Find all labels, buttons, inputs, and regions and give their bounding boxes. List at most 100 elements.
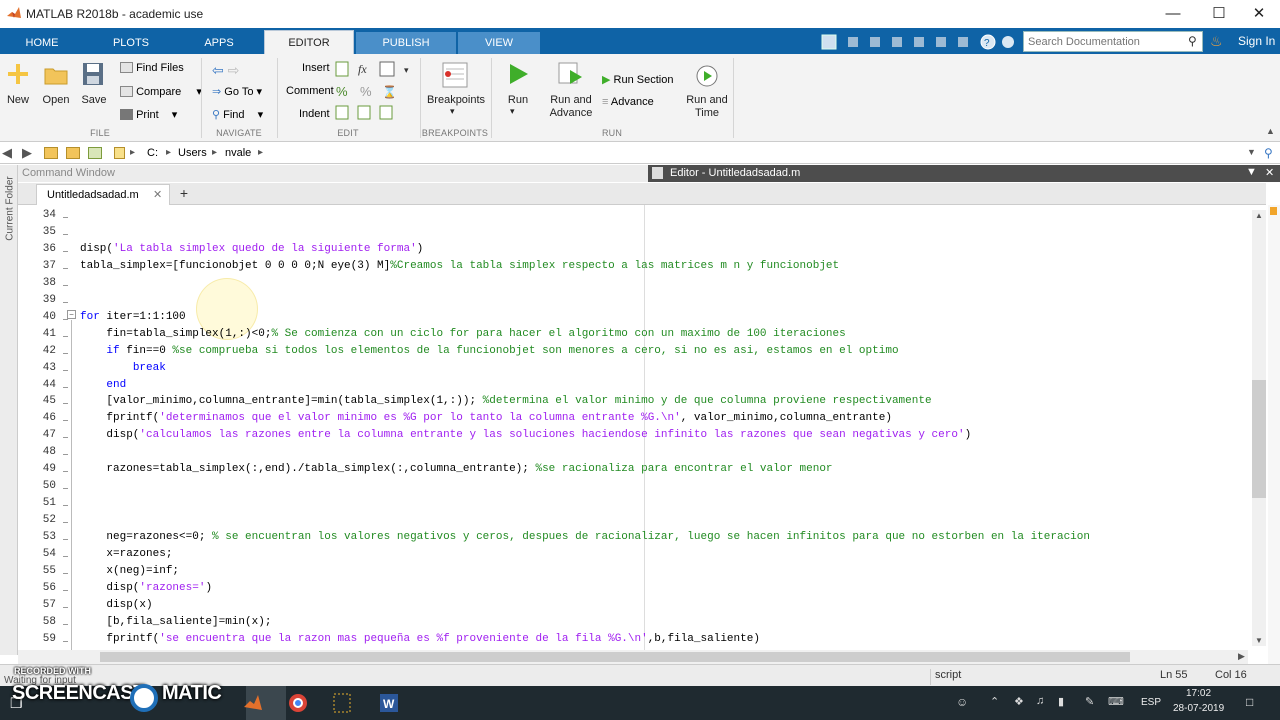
run-dropdown-icon[interactable]: ▾ bbox=[510, 106, 515, 117]
breakpoint-marker[interactable] bbox=[63, 454, 68, 456]
breakpoint-marker[interactable] bbox=[63, 640, 68, 642]
breakpoint-marker[interactable] bbox=[63, 589, 68, 591]
editor-close-icon[interactable]: ✕ bbox=[1265, 166, 1274, 179]
tab-publish[interactable]: PUBLISH bbox=[356, 32, 456, 54]
indent-button[interactable]: Indent bbox=[299, 108, 330, 120]
code-line[interactable]: disp(x) bbox=[80, 599, 152, 611]
breakpoints-button[interactable]: Breakpoints bbox=[424, 94, 488, 106]
breakpoint-marker[interactable] bbox=[63, 335, 68, 337]
code-line[interactable]: [valor_minimo,columna_entrante]=min(tabl… bbox=[80, 395, 931, 407]
open-button[interactable]: Open bbox=[40, 94, 72, 106]
breadcrumb-users[interactable]: Users bbox=[178, 147, 207, 159]
insert-button[interactable]: Insert bbox=[302, 62, 330, 74]
breakpoint-marker[interactable] bbox=[63, 522, 68, 524]
code-line[interactable]: for iter=1:1:100 bbox=[80, 311, 186, 323]
code-line[interactable]: disp('La tabla simplex quedo de la sigui… bbox=[80, 243, 423, 255]
run-button[interactable]: Run bbox=[500, 94, 536, 106]
keyboard-icon[interactable]: ⌨ bbox=[1108, 695, 1124, 708]
file-tab-close-icon[interactable]: ✕ bbox=[153, 188, 162, 201]
code-line[interactable]: end bbox=[80, 379, 126, 391]
speaker-icon[interactable]: ♫ bbox=[1036, 695, 1044, 707]
bell-icon[interactable]: ♨ bbox=[1210, 33, 1223, 50]
code-line[interactable]: break bbox=[80, 362, 166, 374]
file-tab[interactable]: Untitledadsadad.m ✕ bbox=[36, 184, 170, 205]
back-arrow-icon[interactable]: ⇦ ⇨ bbox=[212, 62, 239, 79]
nav-back-icon[interactable]: ◀ bbox=[2, 145, 12, 161]
nav-forward-icon[interactable]: ▶ bbox=[22, 145, 32, 161]
comment-button[interactable]: Comment bbox=[286, 85, 334, 97]
search-documentation[interactable]: ⚲ bbox=[1023, 31, 1203, 52]
tab-home[interactable]: HOME bbox=[8, 32, 76, 54]
breakpoint-marker[interactable] bbox=[63, 386, 68, 388]
breakpoint-marker[interactable] bbox=[63, 420, 68, 422]
breakpoint-marker[interactable] bbox=[63, 217, 68, 218]
browse-folder-icon[interactable] bbox=[66, 147, 80, 159]
horizontal-scroll-thumb[interactable] bbox=[100, 652, 1130, 662]
breakpoint-marker[interactable] bbox=[63, 488, 68, 490]
tab-plots[interactable]: PLOTS bbox=[90, 32, 172, 54]
code-line[interactable]: tabla_simplex=[funcionobjet 0 0 0 0;N ey… bbox=[80, 260, 839, 272]
language-indicator[interactable]: ESP bbox=[1141, 697, 1161, 708]
code-line[interactable]: fin=tabla_simplex(1,:)<0;% Se comienza c… bbox=[80, 328, 845, 340]
code-line[interactable]: [b,fila_saliente]=min(x); bbox=[80, 616, 271, 628]
new-tab-button[interactable]: + bbox=[174, 186, 194, 202]
breakpoint-marker[interactable] bbox=[63, 623, 68, 625]
search-input[interactable] bbox=[1024, 32, 1184, 51]
run-and-time-button[interactable]: Run and Time bbox=[682, 94, 732, 120]
editor-actions-icon[interactable]: ▼ bbox=[1246, 166, 1257, 178]
vertical-scroll-thumb[interactable] bbox=[1252, 380, 1266, 498]
current-folder-strip[interactable]: Current Folder bbox=[0, 165, 18, 655]
breakpoint-marker[interactable] bbox=[63, 437, 68, 439]
breakpoint-marker[interactable] bbox=[63, 301, 68, 303]
tab-apps[interactable]: APPS bbox=[178, 32, 260, 54]
breakpoint-marker[interactable] bbox=[63, 284, 68, 286]
breakpoint-marker[interactable] bbox=[63, 250, 68, 252]
breakpoint-marker[interactable] bbox=[63, 539, 68, 541]
compare-button[interactable]: Compare ▾ bbox=[120, 85, 202, 98]
new-button[interactable]: New bbox=[2, 94, 34, 106]
code-line[interactable]: disp('razones=') bbox=[80, 582, 212, 594]
breakpoint-marker[interactable] bbox=[63, 606, 68, 608]
close-window-button[interactable]: ✕ bbox=[1236, 0, 1280, 28]
run-and-advance-button[interactable]: Run and Advance bbox=[546, 94, 596, 120]
print-button[interactable]: Print ▾ bbox=[120, 108, 177, 121]
find-button[interactable]: ⚲ Find ▾ bbox=[212, 108, 263, 121]
tab-editor[interactable]: EDITOR bbox=[264, 30, 354, 54]
collapse-ribbon-icon[interactable]: ▲ bbox=[1266, 126, 1275, 136]
breakpoint-marker[interactable] bbox=[63, 267, 68, 269]
breakpoint-marker[interactable] bbox=[63, 572, 68, 574]
minimize-button[interactable]: — bbox=[1150, 0, 1196, 28]
breadcrumb-c[interactable]: C: bbox=[147, 147, 158, 159]
tray-expand-icon[interactable]: ⌃ bbox=[990, 695, 999, 708]
breakpoint-marker[interactable] bbox=[63, 369, 68, 371]
code-line[interactable]: neg=razones<=0; % se encuentran los valo… bbox=[80, 531, 1090, 543]
fold-toggle-icon[interactable]: − bbox=[67, 310, 76, 319]
breakpoint-marker[interactable] bbox=[63, 233, 68, 235]
breakpoints-dropdown-icon[interactable]: ▾ bbox=[450, 106, 455, 117]
breakpoint-marker[interactable] bbox=[63, 505, 68, 507]
up-folder-icon[interactable] bbox=[44, 147, 58, 159]
code-line[interactable]: razones=tabla_simplex(:,end)./tabla_simp… bbox=[80, 463, 832, 475]
breakpoint-marker[interactable] bbox=[63, 471, 68, 473]
scroll-right-icon[interactable]: ▶ bbox=[1238, 651, 1245, 662]
tab-view[interactable]: VIEW bbox=[458, 32, 540, 54]
browse-icon[interactable] bbox=[88, 147, 102, 159]
breakpoint-marker[interactable] bbox=[63, 556, 68, 557]
scroll-up-icon[interactable]: ▲ bbox=[1255, 211, 1263, 220]
notifications-icon[interactable]: □ bbox=[1246, 695, 1253, 709]
code-line[interactable]: fprintf('se encuentra que la razon mas p… bbox=[80, 633, 760, 645]
breadcrumb-nvale[interactable]: nvale bbox=[225, 147, 251, 159]
find-files-button[interactable]: Find Files bbox=[120, 62, 184, 74]
code-line[interactable]: disp('calculamos las razones entre la co… bbox=[80, 429, 971, 441]
scroll-down-icon[interactable]: ▼ bbox=[1255, 636, 1263, 645]
code-line[interactable]: x=razones; bbox=[80, 548, 172, 560]
sign-in-link[interactable]: Sign In bbox=[1238, 34, 1275, 48]
advance-button[interactable]: ≡ Advance bbox=[602, 96, 654, 108]
clock-date[interactable]: 28-07-2019 bbox=[1173, 703, 1224, 714]
run-section-button[interactable]: ▶ Run Section bbox=[602, 73, 673, 86]
breakpoint-marker[interactable] bbox=[63, 403, 68, 405]
people-icon[interactable]: ☺ bbox=[956, 695, 968, 709]
folder-search-icon[interactable]: ⚲ bbox=[1264, 146, 1273, 160]
address-dropdown-icon[interactable]: ▼ bbox=[1247, 147, 1256, 157]
save-button[interactable]: Save bbox=[78, 94, 110, 106]
